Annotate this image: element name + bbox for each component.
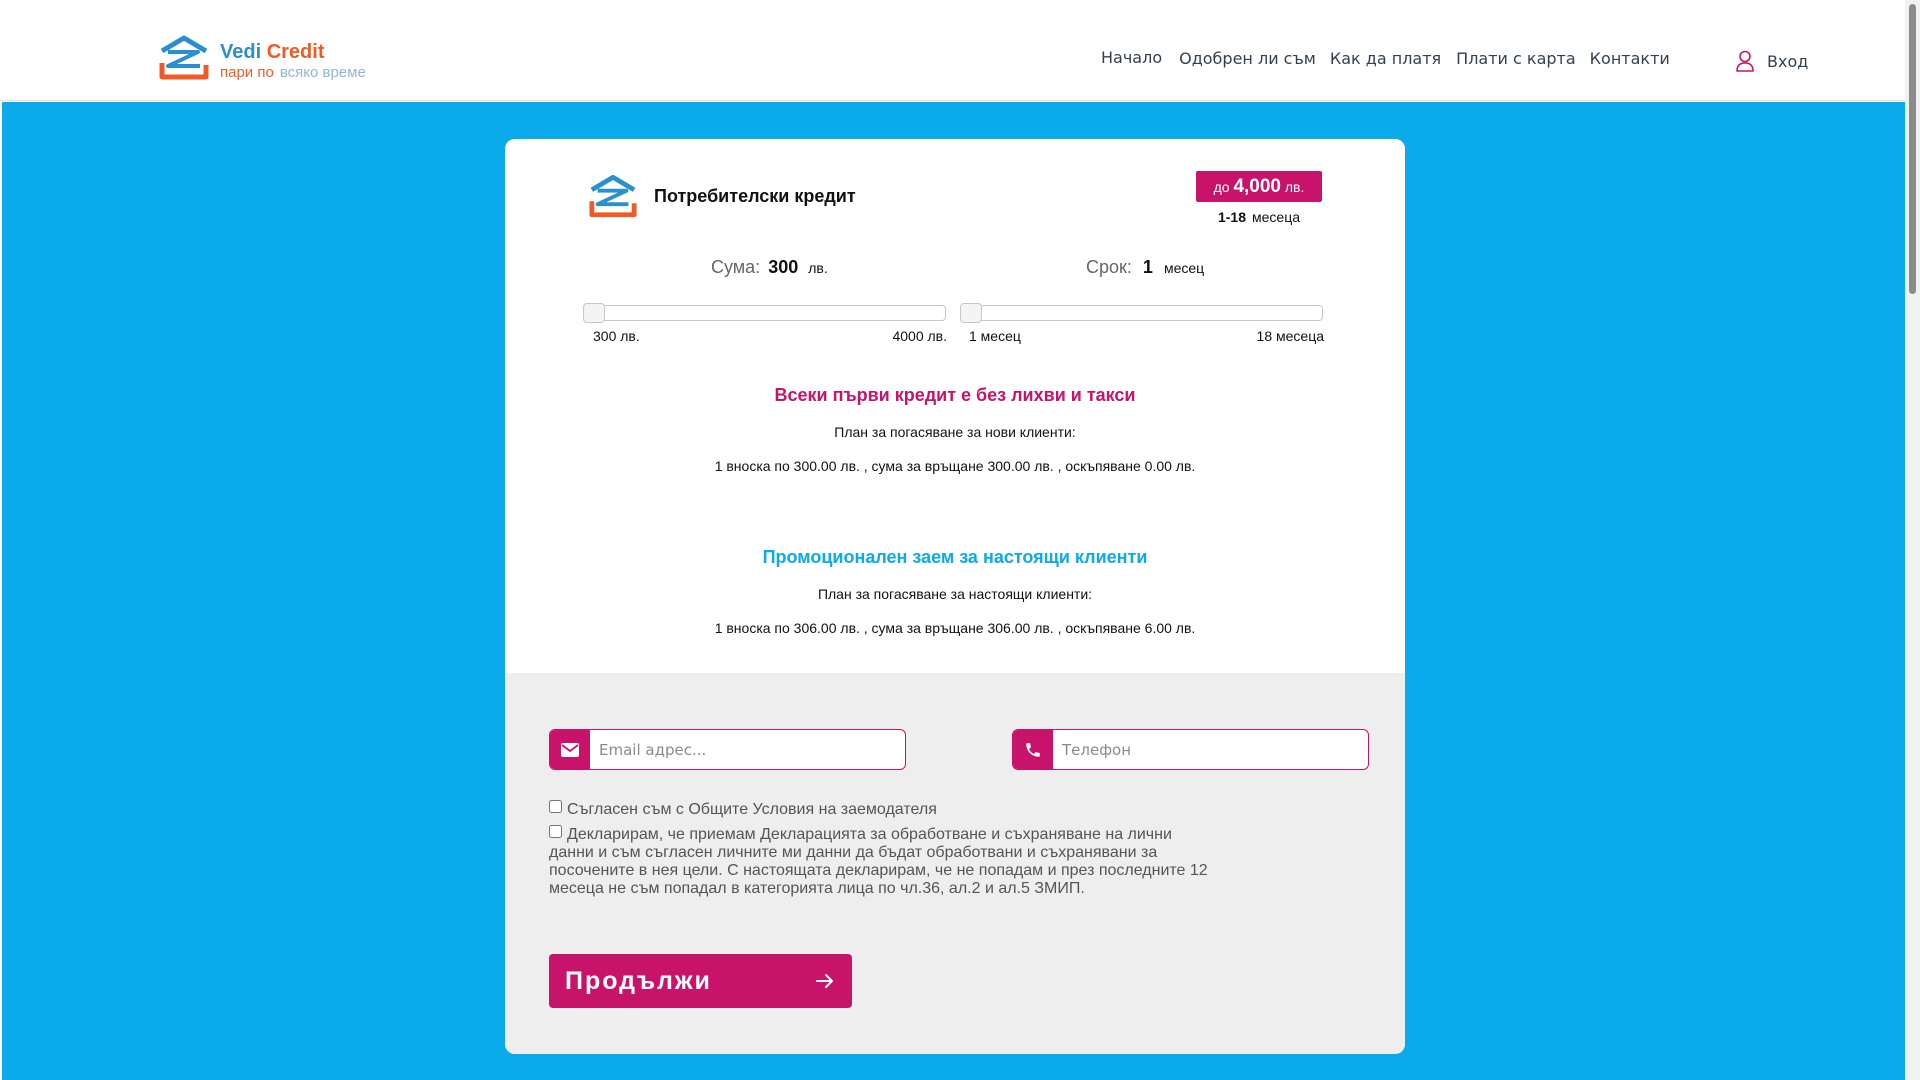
user-icon (1736, 50, 1754, 72)
logo-title-vedi: Vedi (220, 41, 262, 63)
email-input[interactable] (590, 730, 905, 769)
amount-slider-min: 300 лв. (593, 328, 640, 344)
limit-value: 4,000 (1233, 176, 1281, 197)
term-range-value: 1-18 (1217, 209, 1246, 225)
page-scrollbar[interactable] (1905, 0, 1920, 1080)
term-slider[interactable] (960, 303, 1323, 323)
amount-value: 300 (768, 257, 799, 277)
amount-slider-max: 4000 лв. (892, 328, 947, 344)
new-client-heading: Всеки първи кредит е без лихви и такси (774, 385, 1136, 405)
term-display: Срок: 1 месец (1086, 257, 1204, 278)
term-label: Срок: (1086, 257, 1132, 277)
amount-unit: лв. (808, 260, 828, 276)
terms-checkbox[interactable] (549, 800, 562, 813)
existing-client-plan-text: 1 вноска по 306.00 лв. , сума за връщане… (714, 620, 1196, 636)
site-header: Vedi Credit пари по всяко време Начало Од… (0, 0, 1905, 101)
phone-field[interactable] (1012, 729, 1369, 770)
term-slider-max: 18 месеца (1256, 328, 1324, 344)
existing-client-plan-title: План за погасяване за настоящи клиенти: (817, 586, 1093, 602)
credit-limit-badge: до 4,000 лв. (1196, 171, 1322, 202)
logo-title-credit: Credit (266, 41, 325, 63)
main-nav: Начало Одобрен ли съм Как да платя Плати… (1101, 48, 1670, 68)
phone-icon (1013, 730, 1053, 769)
amount-display: Сума: 300 лв. (711, 257, 828, 278)
credit-calculator-card: Потребителски кредит до 4,000 лв. 1-18 ме… (505, 139, 1405, 1054)
terms-consent: Съгласен съм с Общите Условия на заемода… (549, 800, 1209, 819)
terms-label: Съгласен съм с Общите Условия на заемода… (567, 801, 937, 818)
nav-item-how-to-pay[interactable]: Как да платя (1330, 49, 1441, 68)
limit-prefix: до (1213, 179, 1230, 195)
term-unit: месец (1163, 260, 1205, 276)
continue-button[interactable]: Продължи (549, 954, 852, 1008)
continue-button-label: Продължи (565, 967, 712, 995)
declaration-consent: Декларирам, че приемам Декларацията за о… (549, 825, 1209, 898)
logo-text: Vedi Credit пари по всяко време (220, 41, 366, 83)
phone-input[interactable] (1053, 730, 1368, 769)
term-range: 1-18 месеца (1196, 209, 1322, 225)
amount-slider[interactable] (583, 303, 946, 323)
email-field[interactable] (549, 729, 906, 770)
logo-tagline: пари по всяко време (220, 63, 366, 83)
login-link[interactable]: Вход (1735, 50, 1808, 72)
term-slider-min: 1 месец (969, 328, 1021, 344)
nav-item-contacts[interactable]: Контакти (1590, 49, 1670, 68)
logo-tagline-part1: пари по (220, 64, 274, 81)
limit-unit: лв. (1284, 179, 1305, 195)
declaration-label: Декларирам, че приемам Декларацията за о… (549, 826, 1208, 897)
existing-client-heading: Промоционален заем за настоящи клиенти (762, 547, 1148, 567)
nav-item-home[interactable]: Начало (1101, 48, 1162, 68)
product-title: Потребителски кредит (654, 186, 856, 206)
product-logo-icon (589, 174, 637, 218)
scrollbar-thumb[interactable] (1909, 4, 1916, 294)
logo-mark-icon (159, 35, 209, 80)
calculator-section: Потребителски кредит до 4,000 лв. 1-18 ме… (505, 139, 1405, 673)
amount-slider-handle[interactable] (583, 303, 605, 323)
declaration-checkbox[interactable] (549, 825, 562, 838)
login-label: Вход (1767, 51, 1809, 71)
term-value: 1 (1142, 257, 1153, 277)
mail-icon (550, 730, 590, 769)
new-client-plan-title: План за погасяване за нови клиенти: (834, 424, 1076, 440)
product-header: Потребителски кредит (588, 174, 856, 219)
amount-label: Сума: (711, 257, 761, 277)
term-slider-handle[interactable] (960, 303, 982, 323)
arrow-right-icon (816, 974, 833, 988)
logo-title: Vedi Credit (220, 41, 366, 63)
brand-logo[interactable]: Vedi Credit пари по всяко време (158, 35, 366, 83)
nav-item-am-i-approved[interactable]: Одобрен ли съм (1179, 49, 1316, 68)
term-range-unit: месеца (1252, 209, 1301, 225)
new-client-plan-text: 1 вноска по 300.00 лв. , сума за връщане… (714, 458, 1196, 474)
logo-tagline-part2: всяко време (279, 64, 366, 81)
nav-item-pay-with-card[interactable]: Плати с карта (1456, 49, 1576, 68)
